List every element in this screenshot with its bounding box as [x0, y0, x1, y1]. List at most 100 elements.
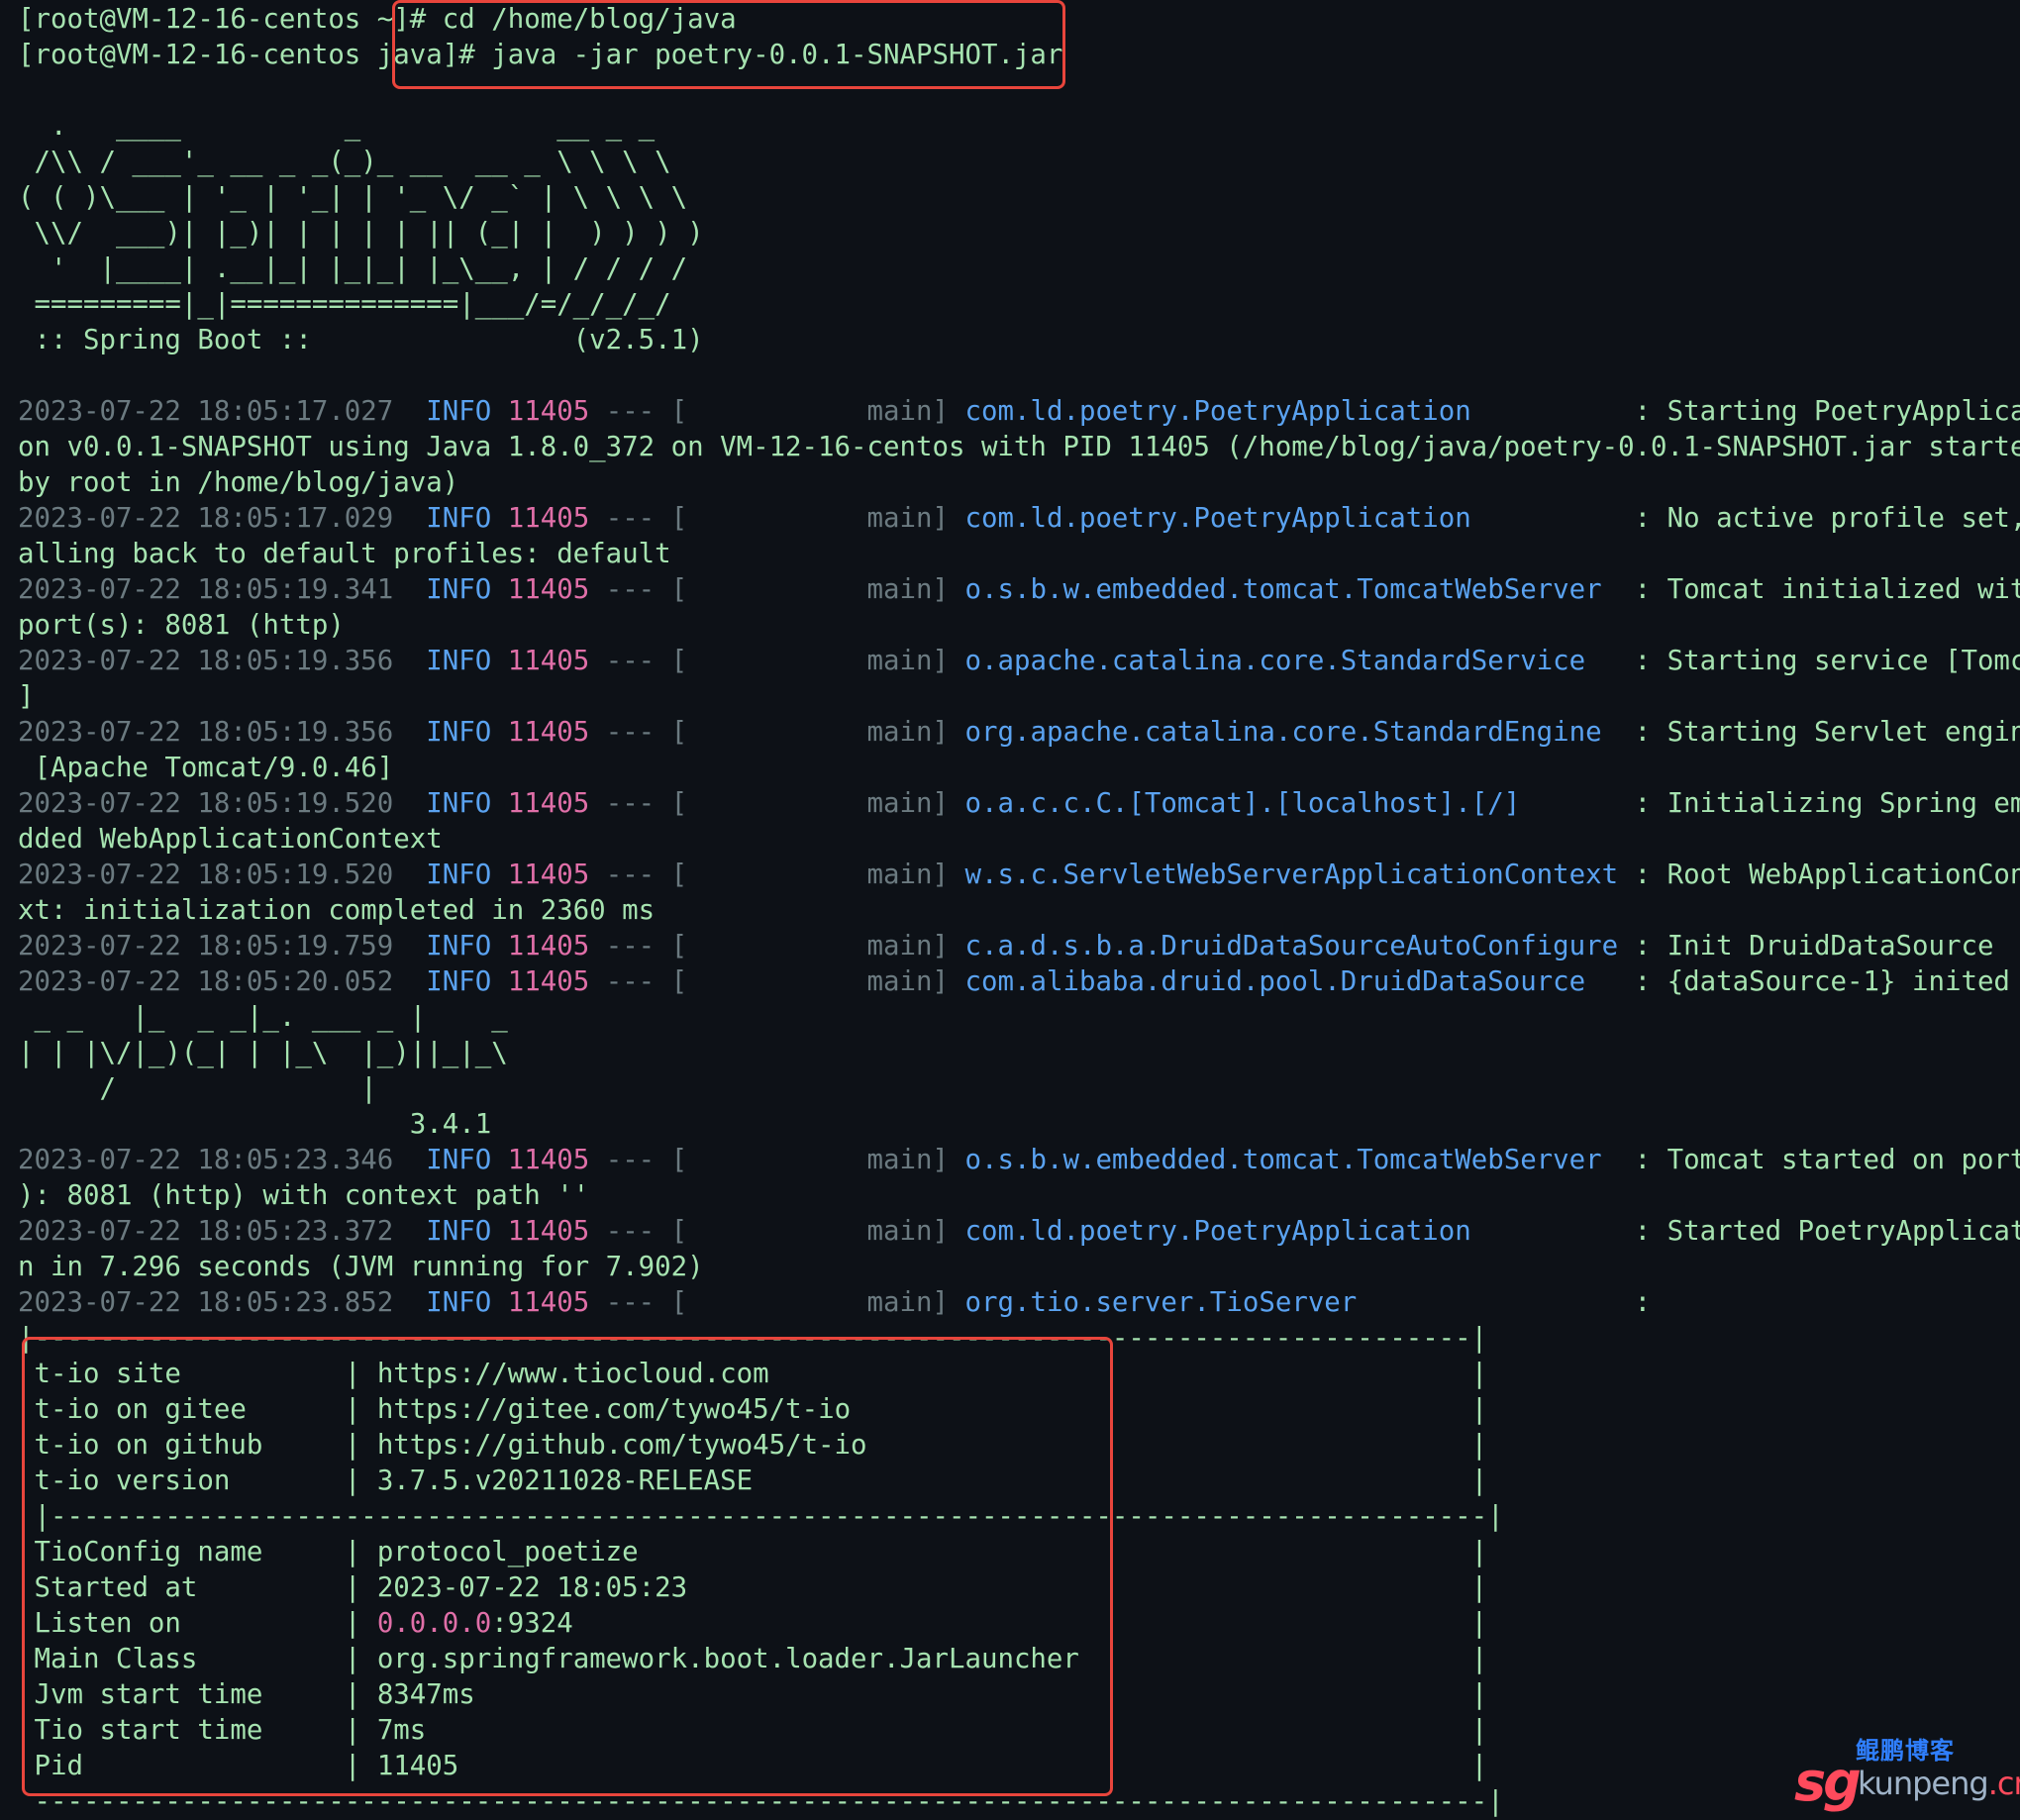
log-continuation: by root in /home/blog/java): [18, 465, 2008, 501]
log-level: INFO: [426, 574, 492, 605]
tio-table-row: t-io version | 3.7.5.v20211028-RELEASE |: [34, 1466, 1488, 1496]
banner-text: \\/ ___)| |_)| | | | | || (_| | ) ) ) ): [18, 218, 704, 249]
tio-table-row: Listen on | 0.0.0.0:9324 |: [34, 1608, 1488, 1639]
mybatis-banner-line: / |: [18, 1071, 2008, 1107]
terminal-output[interactable]: [root@VM-12-16-centos ~]# cd /home/blog/…: [18, 2, 2020, 1820]
log-pid: 11405: [507, 574, 590, 605]
watermark-logo: sg 鲲鹏博客 kunpeng.cn: [1794, 1731, 2020, 1813]
tio-table-row: t-io site | https://www.tiocloud.com |: [34, 1359, 1488, 1389]
log-timestamp: 2023-07-22 18:05:17.027: [18, 396, 394, 427]
log-message-cont: ): 8081 (http) with context path '': [18, 1180, 590, 1211]
log-separator: --- [: [605, 1145, 688, 1175]
spring-banner-line: \\/ ___)| |_)| | | | | || (_| | ) ) ) ): [18, 216, 2008, 252]
log-separator: --- [: [605, 396, 688, 427]
log-continuation: dded WebApplicationContext: [18, 822, 2008, 858]
tio-row-value: https://www.tiocloud.com: [376, 1359, 769, 1389]
tio-table-row: Tio start time | 7ms |: [34, 1715, 1488, 1746]
tio-border-mid: |---------------------------------------…: [18, 1501, 1504, 1532]
log-continuation: on v0.0.1-SNAPSHOT using Java 1.8.0_372 …: [18, 430, 2020, 465]
log-timestamp: 2023-07-22 18:05:19.759: [18, 931, 394, 961]
log-timestamp: 2023-07-22 18:05:23.372: [18, 1216, 394, 1247]
log-message-cont: [Apache Tomcat/9.0.46]: [18, 753, 394, 783]
log-level: INFO: [426, 931, 492, 961]
log-pid: 11405: [507, 503, 590, 534]
tio-row-value: 2023-07-22 18:05:23: [376, 1572, 688, 1603]
log-thread: main]: [687, 788, 950, 819]
log-message: Starting PoetryApplicati: [1666, 396, 2020, 427]
log-message-cont: n in 7.296 seconds (JVM running for 7.90…: [18, 1252, 704, 1282]
log-message: Starting service [Tomcat: [1666, 646, 2020, 676]
tio-row-value: https://github.com/tywo45/t-io: [376, 1430, 867, 1461]
tio-table-border: |---------------------------------------…: [18, 1321, 2008, 1357]
log-logger: com.ld.poetry.PoetryApplication: [964, 503, 1619, 534]
log-message: Tomcat initialized with: [1666, 574, 2020, 605]
banner-text: ' |____| .__|_| |_|_| |_\__, | / / / /: [18, 253, 688, 284]
watermark-en-text: kunpeng: [1858, 1765, 1989, 1802]
log-logger: com.ld.poetry.PoetryApplication: [964, 396, 1619, 427]
tio-row-value: 8347ms: [376, 1679, 475, 1710]
prompt-line: [root@VM-12-16-centos ~]# cd /home/blog/…: [18, 2, 2008, 38]
log-pid: 11405: [507, 788, 590, 819]
log-message: Tomcat started on port(s: [1666, 1145, 2020, 1175]
log-message-cont: ]: [18, 681, 35, 712]
log-logger: o.s.b.w.embedded.tomcat.TomcatWebServer: [964, 1145, 1619, 1175]
log-timestamp: 2023-07-22 18:05:19.356: [18, 646, 394, 676]
log-line: 2023-07-22 18:05:19.356 INFO 11405 --- […: [18, 715, 2020, 751]
banner-text: _ _ |_ _ _|_. ___ _ | _: [18, 1002, 508, 1033]
command-java: java -jar poetry-0.0.1-SNAPSHOT.jar: [491, 40, 1063, 70]
log-continuation: n in 7.296 seconds (JVM running for 7.90…: [18, 1250, 2008, 1285]
log-thread: main]: [687, 966, 950, 997]
watermark-cn: 鲲鹏博客: [1856, 1737, 1955, 1765]
log-continuation: xt: initialization completed in 2360 ms: [18, 893, 2008, 929]
log-logger: o.apache.catalina.core.StandardService: [964, 646, 1619, 676]
log-logger: com.alibaba.druid.pool.DruidDataSource: [964, 966, 1619, 997]
log-line: 2023-07-22 18:05:17.029 INFO 11405 --- […: [18, 501, 2020, 537]
command-cd: cd /home/blog/java: [442, 4, 737, 35]
log-message-cont: alling back to default profiles: default: [18, 539, 671, 569]
prompt: [root@VM-12-16-centos ~]#: [18, 4, 443, 35]
tio-border-top: |---------------------------------------…: [18, 1323, 1488, 1354]
tio-table-row: Jvm start time | 8347ms |: [34, 1679, 1488, 1710]
log-continuation: port(s): 8081 (http): [18, 608, 2008, 644]
log-pid: 11405: [507, 646, 590, 676]
log-timestamp: 2023-07-22 18:05:19.356: [18, 717, 394, 748]
tio-row-key: t-io on gitee: [34, 1394, 247, 1425]
log-separator: --- [: [605, 646, 688, 676]
banner-text: =========|_|==============|___/=/_/_/_/: [18, 289, 671, 320]
prompt: [root@VM-12-16-centos java]#: [18, 40, 492, 70]
log-level: INFO: [426, 396, 492, 427]
log-continuation: [Apache Tomcat/9.0.46]: [18, 751, 2008, 786]
log-level: INFO: [426, 717, 492, 748]
log-level: INFO: [426, 966, 492, 997]
log-timestamp: 2023-07-22 18:05:17.029: [18, 503, 394, 534]
log-line: 2023-07-22 18:05:19.356 INFO 11405 --- […: [18, 644, 2020, 679]
log-colon: :: [1618, 574, 1667, 605]
log-pid: 11405: [507, 1287, 590, 1318]
log-level: INFO: [426, 503, 492, 534]
banner-text: ( ( )\___ | '_ | '_| | '_ \/ _` | \ \ \ …: [18, 182, 688, 213]
log-separator: --- [: [605, 859, 688, 890]
mybatis-banner-line: 3.4.1: [18, 1107, 2008, 1143]
log-separator: --- [: [605, 717, 688, 748]
log-colon: :: [1618, 931, 1667, 961]
log-separator: --- [: [605, 1216, 688, 1247]
tio-row-key: Main Class: [34, 1644, 198, 1674]
log-separator: --- [: [605, 1287, 688, 1318]
log-line: 2023-07-22 18:05:19.520 INFO 11405 --- […: [18, 786, 2020, 822]
log-pid: 11405: [507, 966, 590, 997]
tio-table-row: Pid | 11405 |: [34, 1751, 1488, 1781]
log-message: Root WebApplicationConte: [1666, 859, 2020, 890]
log-colon: :: [1618, 717, 1667, 748]
log-separator: --- [: [605, 574, 688, 605]
tio-row-key: t-io on github: [34, 1430, 263, 1461]
spring-banner-line: :: Spring Boot :: (v2.5.1): [18, 323, 2008, 358]
tio-table-row: Started at | 2023-07-22 18:05:23 |: [34, 1572, 1488, 1603]
log-separator: --- [: [605, 503, 688, 534]
tio-row-key: Listen on: [34, 1608, 181, 1639]
log-pid: 11405: [507, 1216, 590, 1247]
tio-table-border: ----------------------------------------…: [18, 1784, 2008, 1820]
log-thread: main]: [687, 396, 950, 427]
banner-text: | | |\/|_)(_| | |_\ |_)||_|_\: [18, 1038, 508, 1068]
log-line: 2023-07-22 18:05:19.341 INFO 11405 --- […: [18, 572, 2020, 608]
log-message: Starting Servlet engine:: [1666, 717, 2020, 748]
